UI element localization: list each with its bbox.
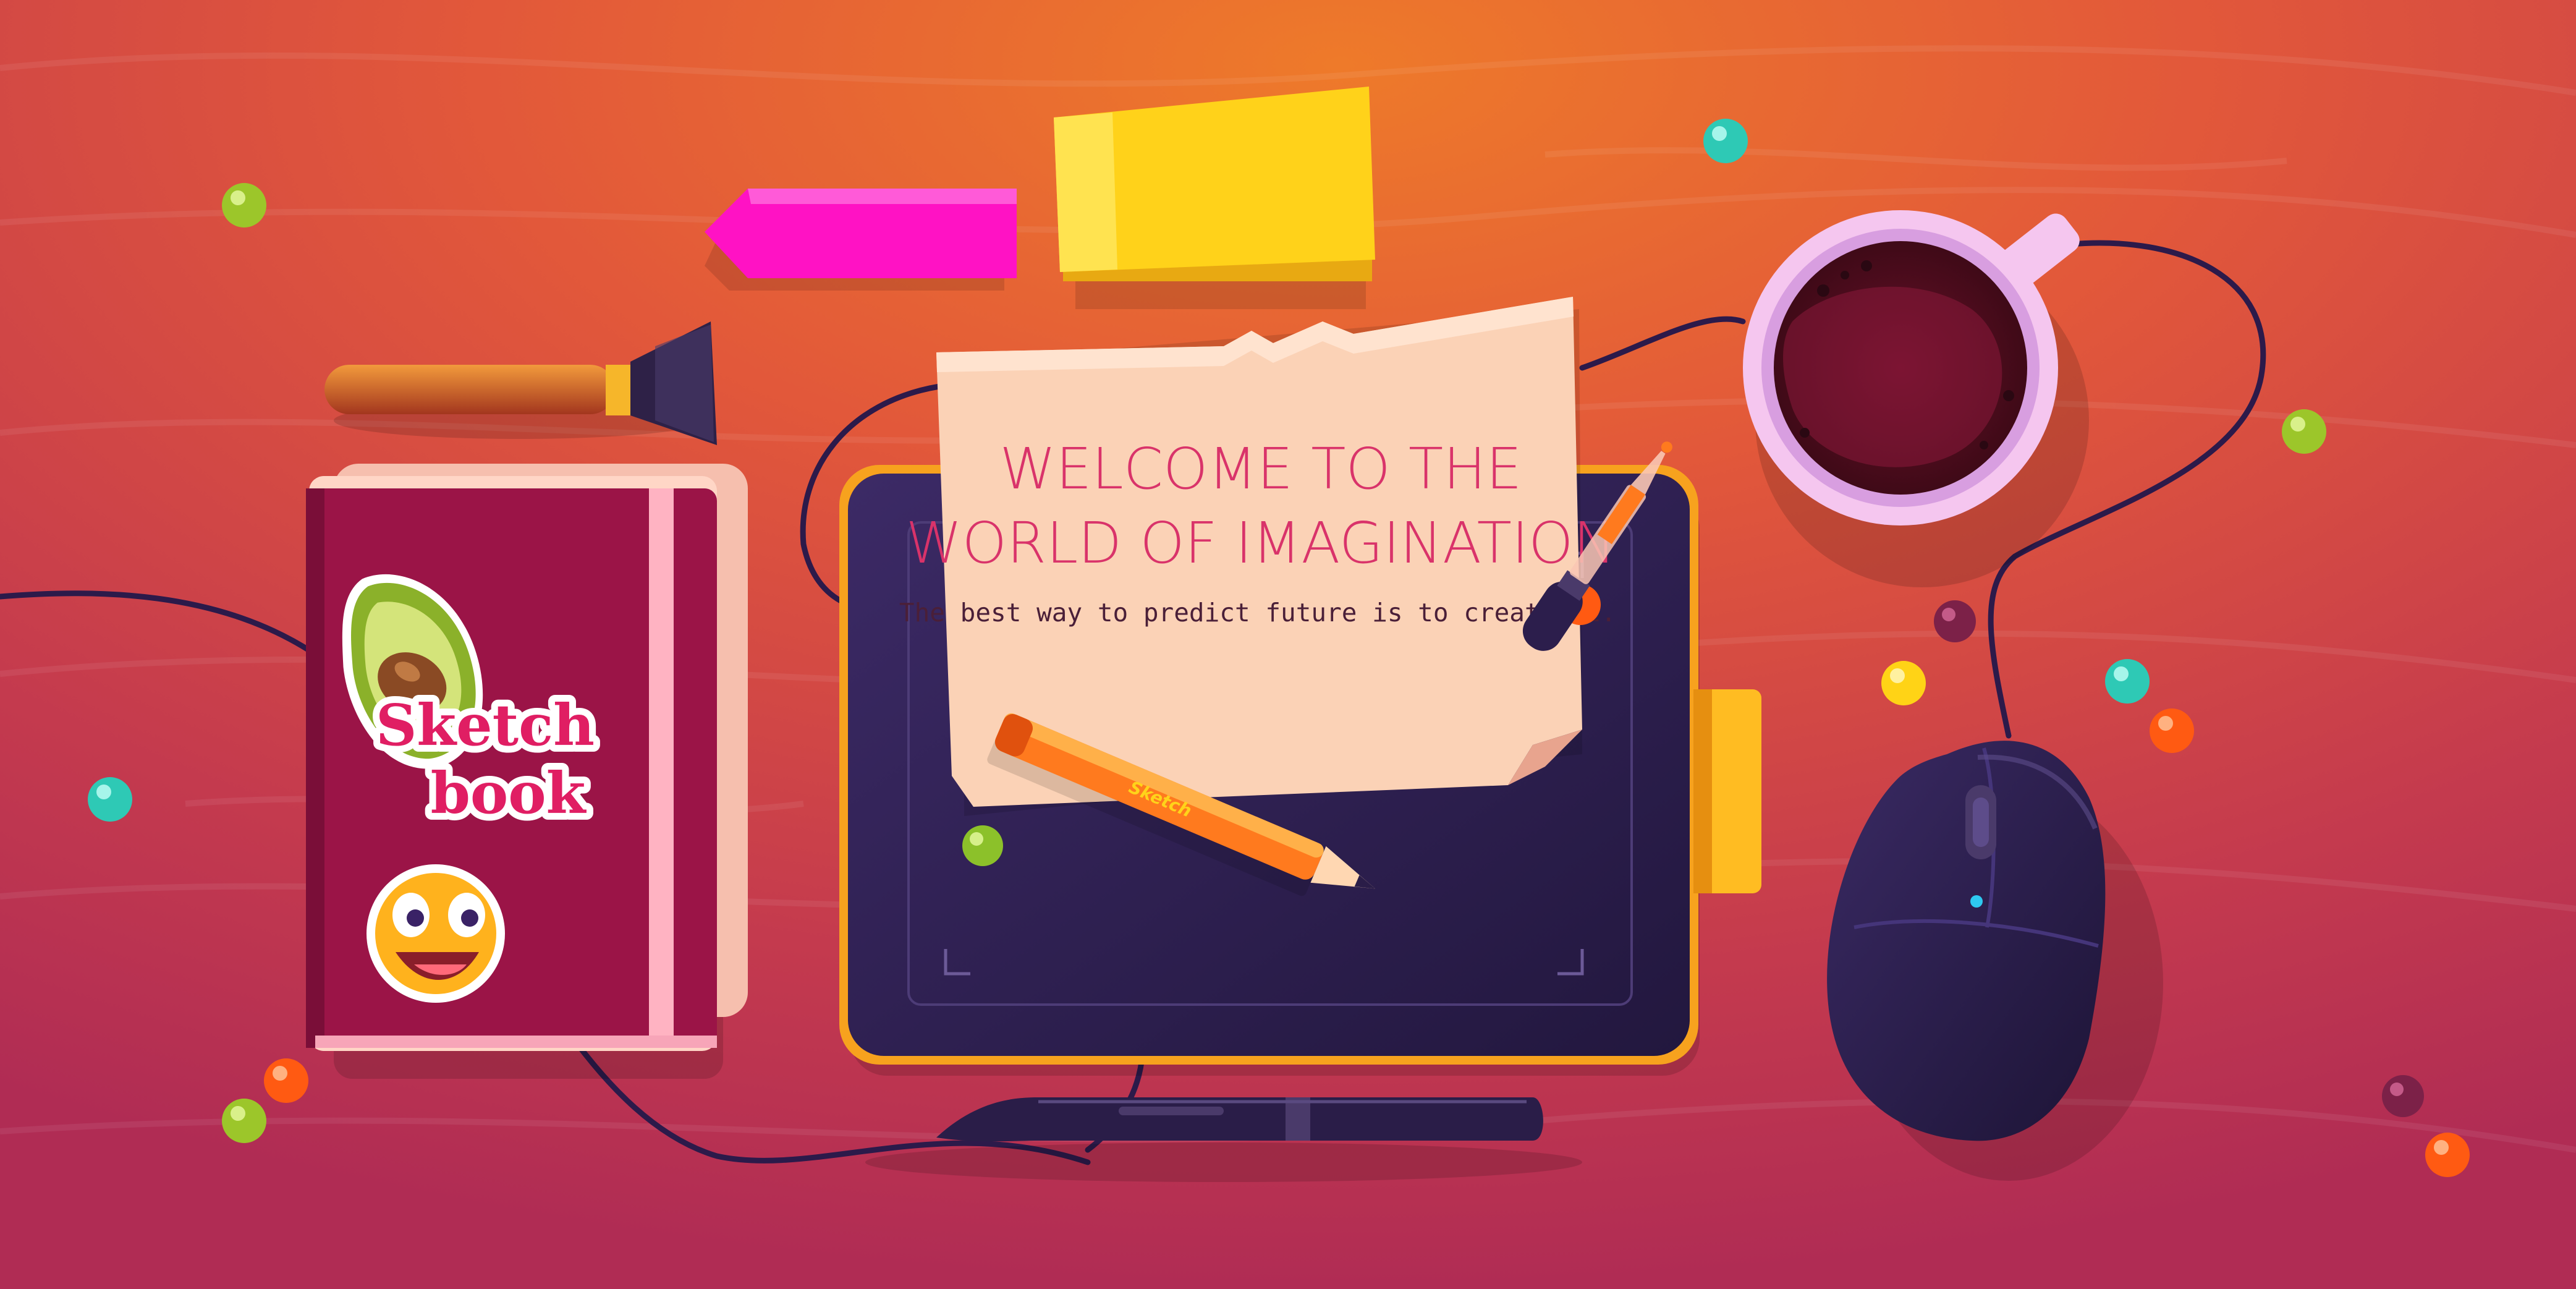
smiley-sticker-icon — [366, 864, 505, 1003]
ball — [1934, 600, 1976, 642]
headline-line1: WELCOME TO THE — [999, 436, 1522, 502]
sketchbook-sticker-word2: book — [431, 760, 587, 827]
desk-illustration: Sketch book WELCOME TO THE WORLD OF IMAG… — [0, 0, 2576, 1289]
ball — [1881, 661, 1926, 705]
ball — [264, 1058, 308, 1103]
pink-sticky-tab — [705, 189, 1017, 291]
ball — [2105, 659, 2150, 704]
ball — [2150, 708, 2194, 753]
yellow-sticky-notes — [1054, 87, 1375, 309]
sketchbook-sticker-word1: Sketch — [376, 692, 595, 759]
ball — [2382, 1075, 2424, 1117]
ball — [2282, 409, 2326, 454]
headline-line2: WORLD OF IMAGINATION — [906, 510, 1616, 576]
ball — [1703, 119, 1748, 163]
ball — [88, 777, 132, 822]
ball — [222, 183, 266, 228]
tagline: The best way to predict future is to cre… — [899, 598, 1616, 627]
ball — [2425, 1133, 2470, 1177]
desk-scene-svg: Sketch book WELCOME TO THE WORLD OF IMAG… — [0, 0, 2576, 1289]
ball — [222, 1099, 266, 1143]
